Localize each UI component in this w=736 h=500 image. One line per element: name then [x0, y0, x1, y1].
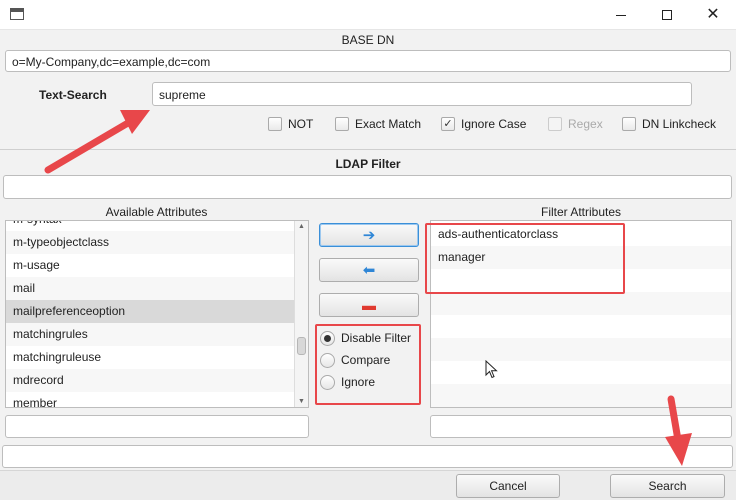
- annotation-arrow-search: [665, 395, 692, 466]
- annotation-arrows: [44, 110, 692, 466]
- annotation-arrow-text-search: [44, 110, 150, 174]
